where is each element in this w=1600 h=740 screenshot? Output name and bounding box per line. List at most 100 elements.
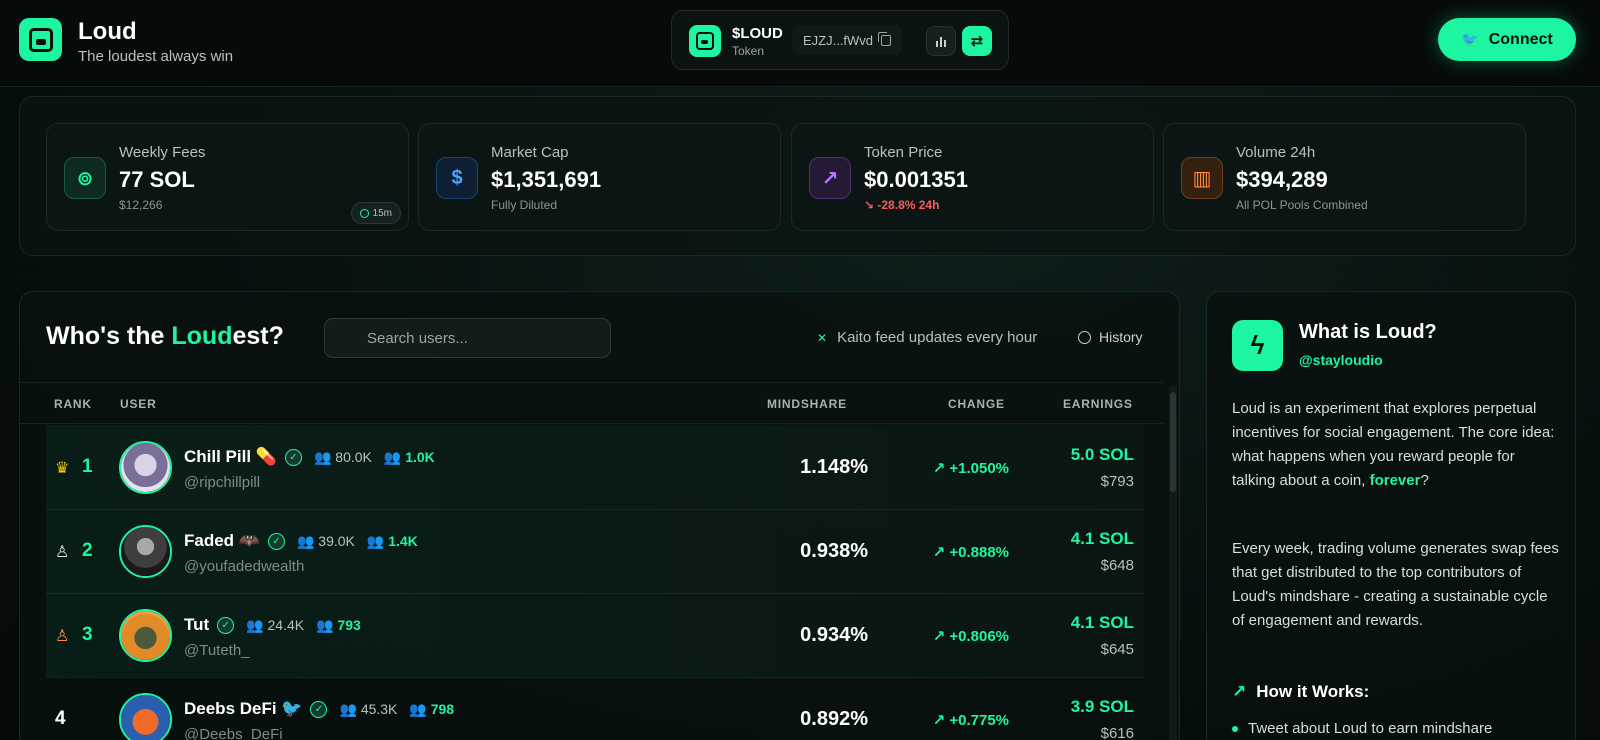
table-row[interactable]: ♙ 2 Faded 🦇 ✓ 👥 39.0K 👥 1.4K @youfadedwe… <box>46 509 1144 594</box>
chart-button[interactable] <box>926 26 956 56</box>
rank: 1 <box>82 456 93 477</box>
followers-count: 👥 39.0K <box>296 532 355 549</box>
history-icon <box>1078 330 1091 344</box>
user-name[interactable]: Tut ✓ 👥 24.4K 👥 793 <box>184 615 361 635</box>
token-label: Token <box>732 44 765 58</box>
swap-button[interactable]: ⇄ <box>962 26 992 56</box>
earnings-sol: 3.9 SOL <box>1070 697 1134 716</box>
user-name[interactable]: Deebs DeFi 🐦 ✓ 👥 45.3K 👥 798 <box>184 699 454 719</box>
about-handle-link[interactable]: @stayloudio <box>1299 352 1383 368</box>
crown-icon: ♛ <box>55 460 70 477</box>
token-logo-icon <box>689 25 721 57</box>
rank: 3 <box>82 624 93 645</box>
brand-tagline: The loudest always win <box>78 48 234 65</box>
col-earnings: EARNINGS <box>1063 397 1133 411</box>
price-change: ↘ -28.8% 24h <box>864 198 940 212</box>
stat-sub: Fully Diluted <box>491 198 558 212</box>
earnings-usd: $793 <box>1100 473 1134 490</box>
swap-icon: ⇄ <box>970 33 984 50</box>
avatar[interactable] <box>119 609 172 662</box>
col-user: USER <box>120 397 157 411</box>
earnings-usd: $648 <box>1100 557 1134 574</box>
table-header: RANK USER MINDSHARE CHANGE EARNINGS <box>20 382 1163 424</box>
stat-card-token-price: ↗ Token Price $0.001351 ↘ -28.8% 24h <box>791 123 1154 231</box>
stat-label: Volume 24h <box>1236 144 1316 161</box>
top-header: Loud The loudest always win $LOUD Token … <box>0 0 1600 87</box>
verified-icon: ✓ <box>217 616 235 634</box>
trend-up-icon: ↗ <box>932 628 950 645</box>
col-mindshare: MINDSHARE <box>767 397 847 411</box>
table-row[interactable]: 4 Deebs DeFi 🐦 ✓ 👥 45.3K 👥 798 @Deebs_De… <box>46 677 1144 740</box>
leaderboard-panel: Who's the Loudest? ✕Kaito feed updates e… <box>19 291 1180 740</box>
mindshare-value: 0.938% <box>800 540 868 562</box>
dollar-icon: $ <box>436 157 478 199</box>
twitter-icon: 🐦 <box>1461 31 1479 47</box>
scrollbar-thumb[interactable] <box>1170 392 1176 492</box>
token-pill: $LOUD Token EJZJ...fWvd ⇄ <box>671 10 1009 70</box>
followers-count: 👥 80.0K <box>313 448 372 465</box>
leaderboard-title: Who's the Loudest? <box>46 322 284 350</box>
copy-icon <box>878 31 892 46</box>
token-symbol: $LOUD <box>732 25 783 42</box>
stat-label: Weekly Fees <box>119 144 206 161</box>
table-row[interactable]: ♙ 3 Tut ✓ 👥 24.4K 👥 793 @Tuteth_ 0.934% … <box>46 593 1144 678</box>
mutuals-count: 👥 1.4K <box>366 532 418 549</box>
how-it-works-item: Tweet about Loud to earn mindshare <box>1232 720 1492 737</box>
connect-button[interactable]: 🐦 Connect <box>1438 18 1576 61</box>
col-change: CHANGE <box>948 397 1005 411</box>
brand-name: Loud <box>78 18 137 45</box>
mutuals-count: 👥 793 <box>316 616 361 633</box>
table-row[interactable]: ♛ 1 Chill Pill 💊 ✓ 👥 80.0K 👥 1.0K @ripch… <box>46 425 1144 510</box>
earnings-usd: $616 <box>1100 725 1134 740</box>
avatar[interactable] <box>119 525 172 578</box>
token-address-copy-button[interactable]: EJZJ...fWvd <box>792 25 902 55</box>
verified-icon: ✓ <box>267 532 285 550</box>
stat-value: $394,289 <box>1236 167 1328 192</box>
mutuals-count: 👥 798 <box>409 700 455 717</box>
user-handle: @Deebs_DeFi <box>184 726 283 740</box>
loud-logo-icon[interactable] <box>19 18 62 61</box>
user-handle: @youfadedwealth <box>184 558 305 575</box>
avatar[interactable] <box>119 693 172 740</box>
earnings-sol: 5.0 SOL <box>1070 445 1134 464</box>
bar-chart-icon: ▥ <box>1181 157 1223 199</box>
user-name[interactable]: Chill Pill 💊 ✓ 👥 80.0K 👥 1.0K <box>184 447 435 467</box>
stats-panel: ⊚ Weekly Fees 77 SOL $12,266 15m $ Marke… <box>19 96 1576 256</box>
history-button[interactable]: History <box>1078 329 1143 345</box>
trend-up-icon: ↗ <box>932 460 950 477</box>
change-value: ↗ +0.806% <box>932 628 1009 645</box>
followers-count: 👥 24.4K <box>246 616 305 633</box>
rank: 2 <box>82 540 93 561</box>
clock-icon <box>359 208 369 218</box>
lightning-icon: ϟ <box>1232 320 1283 371</box>
stat-card-volume: ▥ Volume 24h $394,289 All POL Pools Comb… <box>1163 123 1526 231</box>
verified-icon: ✓ <box>310 700 328 718</box>
mindshare-value: 0.934% <box>800 624 868 646</box>
about-paragraph-2: Every week, trading volume generates swa… <box>1232 540 1559 629</box>
connect-label: Connect <box>1488 30 1553 48</box>
rank: 4 <box>55 708 66 729</box>
kaito-feed-note: ✕ Kaito feed updates every hour <box>817 329 1038 346</box>
bullet-icon <box>1232 725 1238 732</box>
user-handle: @Tuteth_ <box>184 642 250 659</box>
how-it-works-heading: ↗ How it Works: <box>1232 682 1370 701</box>
trend-down-icon: ↘ <box>864 198 878 212</box>
medal-icon: ♙ <box>55 628 70 645</box>
kaito-icon: ✕ <box>817 330 828 345</box>
earnings-sol: 4.1 SOL <box>1070 529 1134 548</box>
avatar[interactable] <box>119 441 172 494</box>
stat-sub: $12,266 <box>119 198 163 212</box>
search-input[interactable] <box>324 318 611 358</box>
trend-up-icon: ↗ <box>932 544 950 561</box>
earnings-usd: $645 <box>1100 641 1134 658</box>
bar-chart-icon <box>936 41 938 47</box>
user-name[interactable]: Faded 🦇 ✓ 👥 39.0K 👥 1.4K <box>184 531 418 551</box>
about-paragraph-1: Loud is an experiment that explores perp… <box>1232 400 1555 489</box>
medal-icon: ♙ <box>55 544 70 561</box>
change-value: ↗ +0.775% <box>932 712 1009 729</box>
stat-value: $0.001351 <box>864 167 968 192</box>
trend-up-icon: ↗ <box>809 157 851 199</box>
stat-value: $1,351,691 <box>491 167 602 192</box>
user-handle: @ripchillpill <box>184 474 261 491</box>
stat-card-market-cap: $ Market Cap $1,351,691 Fully Diluted <box>418 123 781 231</box>
